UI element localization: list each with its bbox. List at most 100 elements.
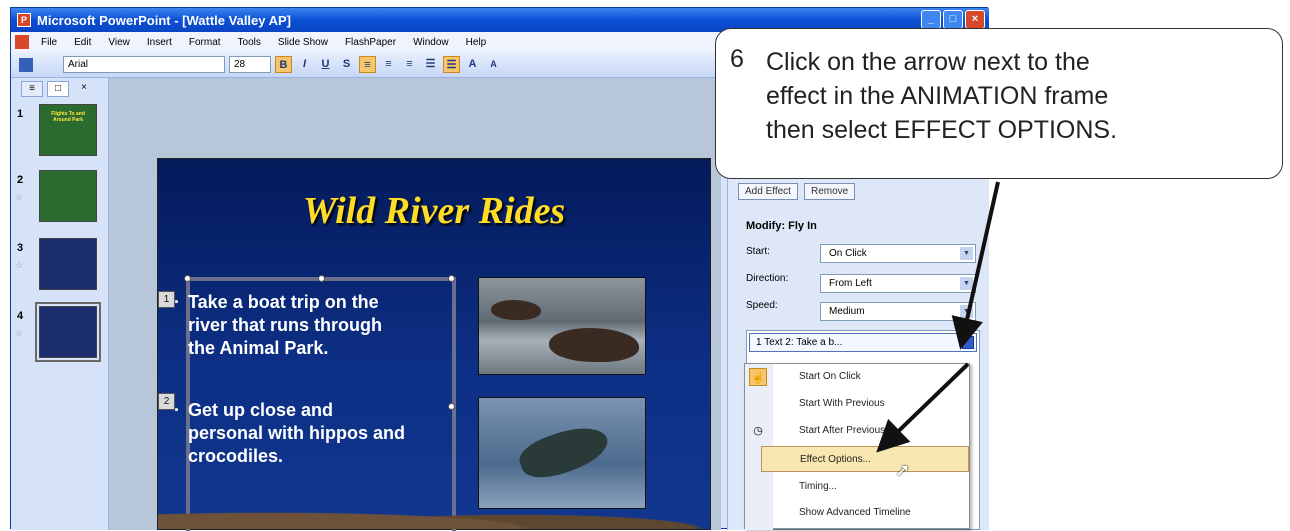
underline-button[interactable]: U [317, 56, 334, 73]
thumbnail-number: 2 [17, 174, 24, 186]
slide-thumbnail-selected[interactable] [35, 302, 101, 362]
font-size-combo[interactable]: 28 [229, 56, 271, 73]
instruction-text: Click on the arrow next to the effect in… [766, 48, 1118, 144]
pane-close-icon[interactable]: × [73, 81, 95, 97]
chevron-down-icon[interactable]: ▼ [960, 247, 973, 260]
chevron-down-icon[interactable]: ▼ [960, 277, 973, 290]
speed-combo[interactable]: Medium ▼ [820, 302, 976, 321]
start-combo[interactable]: On Click ▼ [820, 244, 976, 263]
menu-window[interactable]: Window [413, 37, 449, 48]
slide-hills-decoration [158, 501, 710, 529]
menu-view[interactable]: View [108, 37, 130, 48]
slides-pane: ≡ □ × 1 Flights To and Around Park 2 ☆ 3… [11, 78, 109, 530]
thumbnail-row[interactable]: 1 Flights To and Around Park [11, 104, 109, 164]
pane-tabs: ≡ □ × [11, 78, 108, 100]
minimize-button[interactable]: _ [921, 10, 941, 29]
document-icon[interactable] [15, 35, 29, 49]
align-left-icon[interactable]: ≡ [359, 56, 376, 73]
menu-help[interactable]: Help [466, 37, 487, 48]
step-number: 6 [730, 45, 744, 73]
effect-dropdown-arrow-icon[interactable] [962, 336, 974, 349]
slide-thumbnail[interactable] [39, 238, 97, 290]
bullet-item: · Take a boat trip on the river that run… [174, 291, 413, 360]
numbering-icon[interactable]: ☰ [422, 56, 439, 73]
resize-handle[interactable] [448, 403, 455, 410]
mouse-click-icon: ☝ [749, 368, 767, 386]
start-value: On Click [829, 248, 867, 259]
align-right-icon[interactable]: ≡ [401, 56, 418, 73]
align-center-icon[interactable]: ≡ [380, 56, 397, 73]
menu-item-timing[interactable]: Timing... [773, 474, 969, 500]
menu-item-start-after-previous[interactable]: Start After Previous [773, 418, 969, 444]
bullet-text: Get up close and personal with hippos an… [188, 400, 406, 466]
animation-order-tag[interactable]: 2 [158, 393, 175, 410]
thumbnail-row[interactable]: 4 ☆ [11, 302, 109, 366]
bullet-item: · Get up close and personal with hippos … [174, 399, 413, 468]
animation-star-icon: ☆ [15, 192, 24, 202]
menu-item-start-on-click[interactable]: Start On Click [773, 364, 969, 390]
menu-file[interactable]: File [41, 37, 57, 48]
modify-heading: Modify: Fly In [746, 220, 817, 232]
resize-handle[interactable] [184, 275, 191, 282]
thumbnail-row[interactable]: 3 ☆ [11, 238, 109, 298]
animation-list-item[interactable]: 1 Text 2: Take a b... [749, 333, 977, 352]
hippo-shape [549, 328, 639, 362]
direction-combo[interactable]: From Left ▼ [820, 274, 976, 293]
italic-button[interactable]: I [296, 56, 313, 73]
add-effect-button[interactable]: Add Effect [738, 183, 798, 200]
thumbnail-number: 1 [17, 108, 24, 120]
animation-star-icon: ☆ [15, 260, 24, 270]
menu-tools[interactable]: Tools [238, 37, 261, 48]
powerpoint-icon: P [17, 13, 31, 27]
effect-buttons: Add Effect Remove [738, 183, 856, 200]
shadow-button[interactable]: S [338, 56, 355, 73]
bullets-icon[interactable]: ☰ [443, 56, 460, 73]
bullet-dot: · [174, 400, 180, 420]
shrink-font-button[interactable]: A [485, 56, 502, 73]
menu-format[interactable]: Format [189, 37, 221, 48]
close-button[interactable]: × [965, 10, 985, 29]
maximize-button[interactable]: □ [943, 10, 963, 29]
window-controls: _ □ × [921, 10, 985, 29]
speed-value: Medium [829, 306, 865, 317]
instruction-callout: 6 Click on the arrow next to the effect … [715, 28, 1283, 179]
start-label: Start: [746, 246, 770, 257]
animation-order-tag[interactable]: 1 [158, 291, 175, 308]
bold-button[interactable]: B [275, 56, 292, 73]
slide[interactable]: Wild River Rides 1 · Take a boat trip on… [157, 158, 711, 531]
mouse-cursor-icon: ➚ [895, 460, 911, 480]
slide-title[interactable]: Wild River Rides [158, 189, 710, 233]
grow-font-button[interactable]: A [464, 56, 481, 73]
direction-label: Direction: [746, 273, 789, 284]
chevron-down-icon[interactable]: ▼ [960, 305, 973, 318]
menu-item-effect-options[interactable]: Effect Options... [761, 446, 969, 472]
save-icon[interactable] [19, 57, 33, 72]
window-title: Microsoft PowerPoint - [Wattle Valley AP… [37, 12, 292, 28]
thumbnail-row[interactable]: 2 ☆ [11, 170, 109, 230]
slide-thumbnail[interactable] [39, 170, 97, 222]
hippo-photo[interactable] [478, 277, 646, 375]
tab-outline[interactable]: ≡ [21, 81, 43, 97]
animation-star-icon: ☆ [15, 328, 24, 338]
slide-thumbnail[interactable]: Flights To and Around Park [39, 104, 97, 156]
menu-insert[interactable]: Insert [147, 37, 172, 48]
speed-label: Speed: [746, 300, 778, 311]
clock-icon: ◷ [753, 425, 763, 437]
crocodile-photo[interactable] [478, 397, 646, 509]
resize-handle[interactable] [318, 275, 325, 282]
menu-flashpaper[interactable]: FlashPaper [345, 37, 396, 48]
bullet-text: Take a boat trip on the river that runs … [188, 292, 383, 358]
font-combo[interactable]: Arial [63, 56, 225, 73]
menu-edit[interactable]: Edit [74, 37, 91, 48]
menu-slide-show[interactable]: Slide Show [278, 37, 328, 48]
resize-handle[interactable] [448, 275, 455, 282]
menu-item-start-with-previous[interactable]: Start With Previous [773, 391, 969, 417]
slide-editing-area: Wild River Rides 1 · Take a boat trip on… [109, 78, 721, 531]
bullet-dot: · [174, 292, 180, 312]
animation-item-label: 1 Text 2: Take a b... [756, 337, 843, 348]
remove-button[interactable]: Remove [803, 183, 856, 200]
effect-context-menu: ☝ Start On Click Start With Previous ◷ S… [744, 363, 970, 530]
menu-item-show-advanced-timeline[interactable]: Show Advanced Timeline [773, 500, 969, 526]
crocodile-shape [514, 417, 614, 487]
tab-slides[interactable]: □ [47, 81, 69, 97]
